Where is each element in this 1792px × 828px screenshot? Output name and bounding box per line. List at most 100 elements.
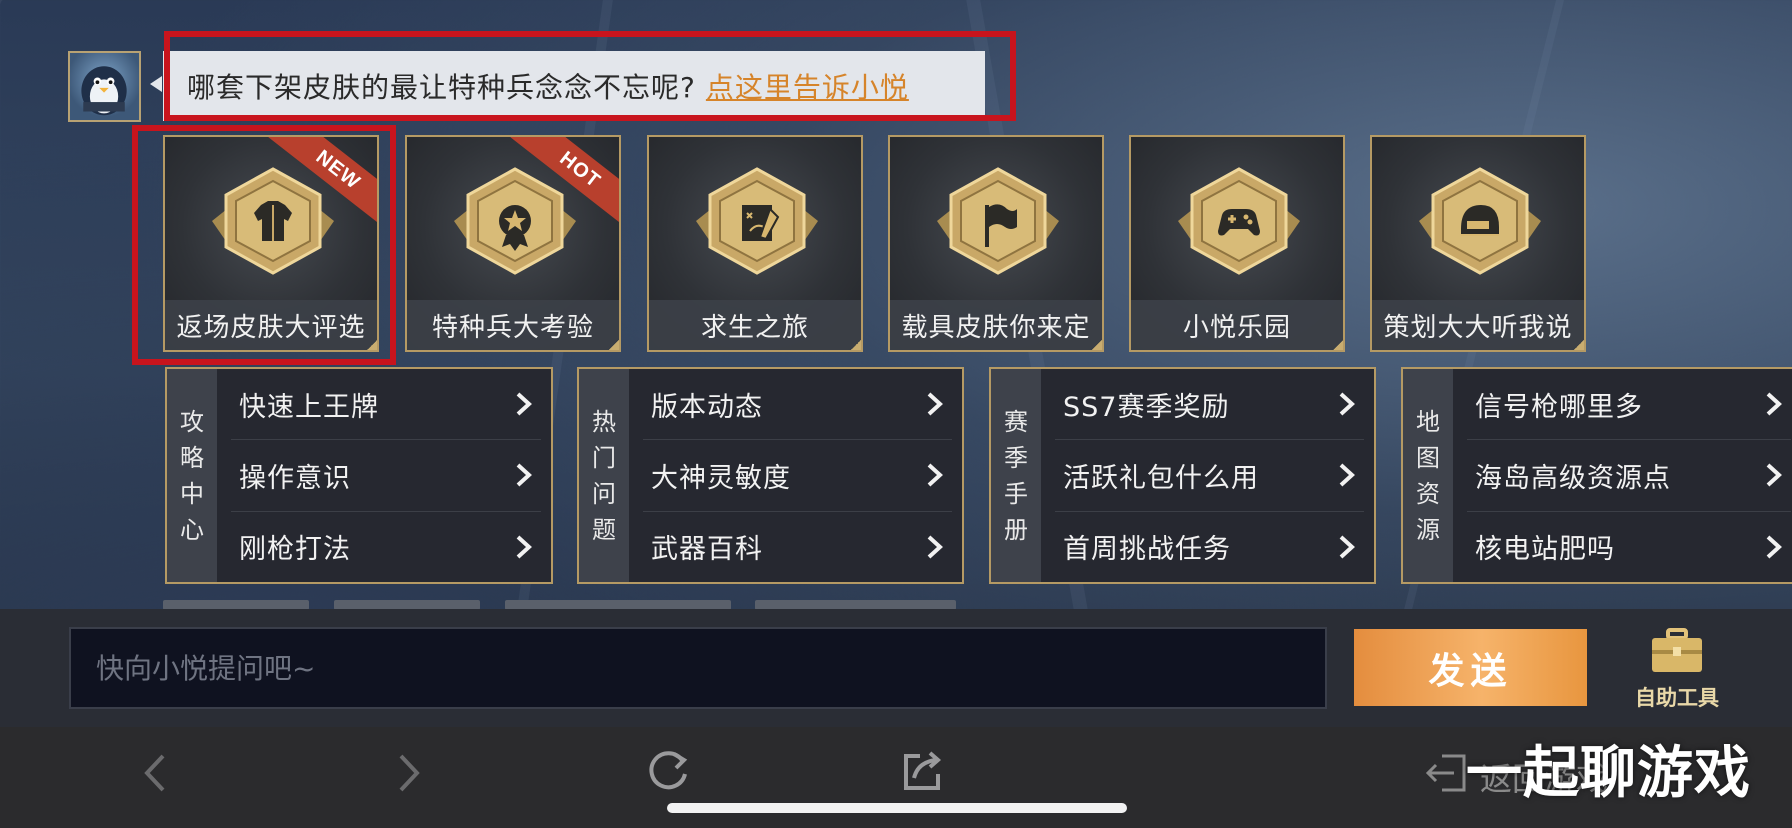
faq-link-label: 版本动态 <box>651 391 763 423</box>
tile-label: 载具皮肤你来定 <box>890 300 1102 350</box>
faq-link-label: SS7赛季奖励 <box>1063 391 1230 423</box>
faq-link[interactable]: 海岛高级资源点 <box>1467 440 1791 512</box>
panel-category: 热门问题 <box>579 369 629 582</box>
back-arrow-icon[interactable] <box>141 752 167 794</box>
tell-xiaoyue-link[interactable]: 点这里告诉小悦 <box>706 66 909 106</box>
forward-arrow-icon[interactable] <box>397 752 423 794</box>
home-indicator[interactable] <box>667 803 1127 813</box>
share-icon[interactable] <box>900 748 946 794</box>
chevron-right-icon <box>927 392 943 416</box>
faq-link[interactable]: 大神灵敏度 <box>643 440 952 512</box>
feature-tile[interactable]: 求生之旅 <box>647 135 863 352</box>
chevron-right-icon <box>1766 392 1782 416</box>
panel-rows: SS7赛季奖励活跃礼包什么用 首周挑战任务 <box>1041 369 1374 582</box>
category-char: 手 <box>1004 479 1028 508</box>
tile-label: 小悦乐园 <box>1131 300 1343 350</box>
chevron-right-icon <box>516 535 532 559</box>
category-char: 略 <box>180 443 204 472</box>
self-service-tools-button[interactable]: 自助工具 <box>1622 628 1732 710</box>
panel-category: 攻略中心 <box>167 369 217 582</box>
map-pencil-icon <box>696 167 818 275</box>
tile-corner <box>1090 338 1102 350</box>
toolbox-icon <box>1652 628 1702 672</box>
bubble-question: 哪套下架皮肤的最让特种兵念念不忘呢? <box>187 71 696 104</box>
feature-tile[interactable]: 载具皮肤你来定 <box>888 135 1104 352</box>
panel-rows: 版本动态大神灵敏度武器百科 <box>629 369 962 582</box>
category-char: 心 <box>180 515 204 544</box>
category-char: 攻 <box>180 407 204 436</box>
category-char: 问 <box>592 479 616 508</box>
faq-link[interactable]: 刚枪打法 <box>231 512 541 582</box>
faq-link[interactable]: 首周挑战任务 <box>1055 512 1364 582</box>
faq-link-label: 快速上王牌 <box>239 391 379 423</box>
faq-link-label: 大神灵敏度 <box>651 462 791 494</box>
faq-link-label: 核电站肥吗 <box>1475 534 1615 566</box>
watermark-text: 一起聊游戏 <box>1466 741 1751 806</box>
category-char: 源 <box>1416 515 1440 544</box>
faq-link[interactable]: 武器百科 <box>643 512 952 582</box>
tile-corner <box>365 338 377 350</box>
faq-link[interactable]: 信号枪哪里多 <box>1467 369 1791 441</box>
gamepad-icon <box>1178 167 1300 275</box>
chevron-right-icon <box>1766 464 1782 487</box>
tile-label: 策划大大听我说 <box>1372 300 1584 350</box>
chevron-right-icon <box>927 464 943 487</box>
faq-panel: 赛季手册 SS7赛季奖励 活跃礼包什么用 首周挑战任务 <box>989 367 1376 584</box>
bubble-tip <box>150 76 162 92</box>
category-char: 门 <box>592 443 616 472</box>
faq-link-label: 信号枪哪里多 <box>1475 391 1643 423</box>
panel-rows: 信号枪哪里多 海岛高级资源点 核电站肥吗 <box>1453 369 1792 582</box>
tile-label: 特种兵大考验 <box>407 300 619 350</box>
feature-tile[interactable]: 小悦乐园 <box>1129 135 1345 352</box>
faq-link[interactable]: 核电站肥吗 <box>1467 512 1791 582</box>
tile-corner <box>1572 338 1584 350</box>
star-medal-icon <box>454 167 576 275</box>
chevron-right-icon <box>1339 392 1355 416</box>
chevron-right-icon <box>516 392 532 416</box>
feature-tile[interactable]: NEW 返场皮肤大评选 <box>163 135 379 352</box>
faq-link[interactable]: 操作意识 <box>231 440 541 512</box>
faq-panel: 热门问题版本动态 大神灵敏度 武器百科 <box>577 367 964 584</box>
panel-category: 赛季手册 <box>991 369 1041 582</box>
tools-label: 自助工具 <box>1635 686 1719 710</box>
send-button[interactable]: 发送 <box>1354 629 1587 706</box>
panel-category: 地图资源 <box>1403 369 1453 582</box>
category-char: 赛 <box>1004 407 1028 436</box>
feature-tile[interactable]: 策划大大听我说 <box>1370 135 1586 352</box>
chevron-right-icon <box>927 535 943 559</box>
faq-link[interactable]: 活跃礼包什么用 <box>1055 440 1364 512</box>
category-char: 题 <box>592 515 616 544</box>
tile-corner <box>849 338 861 350</box>
category-char: 册 <box>1004 515 1028 544</box>
chevron-right-icon <box>516 464 532 487</box>
faq-panel: 攻略中心快速上王牌 操作意识 刚枪打法 <box>165 367 553 584</box>
faq-link-label: 海岛高级资源点 <box>1475 462 1671 494</box>
exit-icon[interactable] <box>1424 752 1470 794</box>
chevron-right-icon <box>1339 535 1355 559</box>
tile-label: 求生之旅 <box>649 300 861 350</box>
category-char: 季 <box>1004 443 1028 472</box>
faq-link[interactable]: 版本动态 <box>643 369 952 441</box>
tile-corner <box>1331 338 1343 350</box>
avatar <box>68 51 141 122</box>
penguin-mascot-icon <box>81 66 127 116</box>
faq-link-label: 刚枪打法 <box>239 534 351 566</box>
faq-link-label: 操作意识 <box>239 462 351 494</box>
faq-panel: 地图资源信号枪哪里多 海岛高级资源点 核电站肥吗 <box>1401 367 1792 584</box>
chevron-right-icon <box>1766 535 1782 559</box>
category-char: 热 <box>592 407 616 436</box>
chevron-right-icon <box>1339 464 1355 487</box>
chat-bubble: 哪套下架皮肤的最让特种兵念念不忘呢? 点这里告诉小悦 <box>163 51 985 121</box>
tile-corner <box>607 338 619 350</box>
category-char: 地 <box>1416 407 1440 436</box>
faq-link[interactable]: SS7赛季奖励 <box>1055 369 1364 441</box>
category-char: 中 <box>180 479 204 508</box>
tile-label: 返场皮肤大评选 <box>165 300 377 350</box>
question-input[interactable] <box>69 627 1327 709</box>
category-char: 资 <box>1416 479 1440 508</box>
faq-link[interactable]: 快速上王牌 <box>231 369 541 441</box>
refresh-icon[interactable] <box>644 748 692 796</box>
panel-rows: 快速上王牌操作意识刚枪打法 <box>217 369 551 582</box>
feature-tile[interactable]: HOT 特种兵大考验 <box>405 135 621 352</box>
category-char: 图 <box>1416 443 1440 472</box>
